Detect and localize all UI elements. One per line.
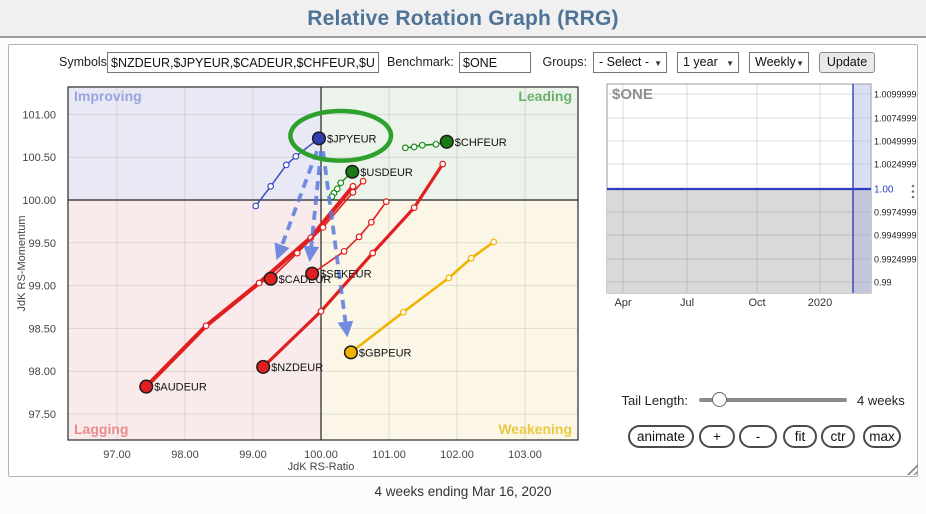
chevron-down-icon: ▼: [796, 54, 804, 73]
x-tick: 102.00: [440, 449, 474, 461]
label-NZDEUR: $NZDEUR: [271, 362, 323, 374]
panel-divider-grip[interactable]: [912, 196, 915, 199]
symbols-input[interactable]: [107, 52, 379, 73]
quadrant-lagging: [68, 200, 321, 440]
benchmark-x-label: Apr: [614, 297, 631, 309]
y-tick: 98.00: [28, 366, 56, 378]
frequency-select-value: Weekly: [755, 55, 796, 69]
groups-select-value: - Select -: [599, 55, 649, 69]
y-tick: 99.50: [28, 238, 56, 250]
label-CHFEUR: $CHFEUR: [455, 137, 507, 149]
app-header: Relative Rotation Graph (RRG): [0, 0, 926, 38]
label-SEKEUR: $SEKEUR: [320, 269, 371, 281]
dot-CHFEUR[interactable]: [441, 135, 454, 148]
benchmark-y-label: 0.9974999: [874, 208, 917, 218]
benchmark-y-label: 0.99: [874, 278, 892, 288]
benchmark-y-label: 0.9924999: [874, 255, 917, 265]
tail-length-label: Tail Length:: [569, 393, 688, 408]
benchmark-y-label: 1.0024999: [874, 160, 917, 170]
page-title: Relative Rotation Graph (RRG): [0, 0, 926, 38]
x-tick: 103.00: [508, 449, 542, 461]
x-tick: 101.00: [372, 449, 406, 461]
dot-AUDEUR[interactable]: [140, 380, 153, 393]
benchmark-y-label: 0.9949999: [874, 231, 917, 241]
x-tick: 100.00: [304, 449, 338, 461]
benchmark-x-label: Oct: [748, 297, 765, 309]
label-AUDEUR: $AUDEUR: [154, 382, 207, 394]
x-tick: 97.00: [103, 449, 131, 461]
quadrant-label-lagging: Lagging: [74, 421, 128, 437]
dot-USDEUR[interactable]: [346, 165, 359, 178]
dot-SEKEUR[interactable]: [306, 267, 319, 280]
panel-divider-grip[interactable]: [912, 190, 915, 193]
quadrant-label-improving: Improving: [74, 88, 142, 104]
tail-length-slider-thumb[interactable]: [712, 392, 727, 407]
x-tick: 99.00: [239, 449, 267, 461]
y-tick: 100.50: [22, 152, 56, 164]
benchmark-panel: $ONE 1.0099999 1.0074999 1.0049999 1.0024999…: [607, 84, 917, 309]
y-axis-label: JdK RS-Momentum: [16, 216, 28, 312]
label-USDEUR: $USDEUR: [360, 167, 413, 179]
groups-select[interactable]: - Select - ▼: [593, 52, 667, 73]
tail-length-slider[interactable]: [699, 398, 847, 402]
y-tick: 97.50: [28, 409, 56, 421]
y-tick: 98.50: [28, 323, 56, 335]
benchmark-y-label: 1.0074999: [874, 114, 917, 124]
groups-label: Groups:: [539, 52, 587, 73]
benchmark-label: Benchmark:: [387, 52, 453, 73]
dot-GBPEUR[interactable]: [345, 346, 358, 359]
benchmark-y-label: 1.00: [874, 185, 894, 196]
quadrant-label-weakening: Weakening: [498, 421, 572, 437]
panel-divider-grip[interactable]: [912, 185, 915, 188]
quadrant-label-leading: Leading: [518, 88, 572, 104]
chevron-down-icon: ▼: [654, 54, 662, 73]
x-tick: 98.00: [171, 449, 199, 461]
symbols-label: Symbols:: [59, 52, 103, 73]
y-tick: 100.00: [22, 195, 56, 207]
dot-CADEUR[interactable]: [264, 272, 277, 285]
dot-NZDEUR[interactable]: [257, 361, 270, 374]
rrg-chart: Improving Leading Lagging Weakening 97.00 98.…: [9, 45, 917, 476]
frequency-select[interactable]: Weekly ▼: [749, 52, 809, 73]
benchmark-x-label: 2020: [808, 297, 832, 309]
y-tick: 99.00: [28, 281, 56, 293]
rrg-widget: Improving Leading Lagging Weakening 97.00 98.…: [8, 44, 918, 477]
y-tick: 101.00: [22, 109, 56, 121]
period-select-value: 1 year: [683, 55, 718, 69]
benchmark-y-label: 1.0049999: [874, 137, 917, 147]
benchmark-title: $ONE: [612, 86, 653, 103]
tail-length-value: 4 weeks: [857, 393, 905, 408]
dot-JPYEUR[interactable]: [313, 132, 326, 145]
update-button[interactable]: Update: [819, 52, 875, 73]
footer-caption: 4 weeks ending Mar 16, 2020: [0, 484, 926, 499]
label-GBPEUR: $GBPEUR: [359, 347, 412, 359]
label-JPYEUR: $JPYEUR: [327, 133, 377, 145]
benchmark-y-label: 1.0099999: [874, 90, 917, 100]
benchmark-x-label: Jul: [680, 297, 694, 309]
x-axis-label: JdK RS-Ratio: [288, 461, 355, 473]
benchmark-input[interactable]: [459, 52, 531, 73]
period-select[interactable]: 1 year ▼: [677, 52, 739, 73]
chevron-down-icon: ▼: [726, 54, 734, 73]
